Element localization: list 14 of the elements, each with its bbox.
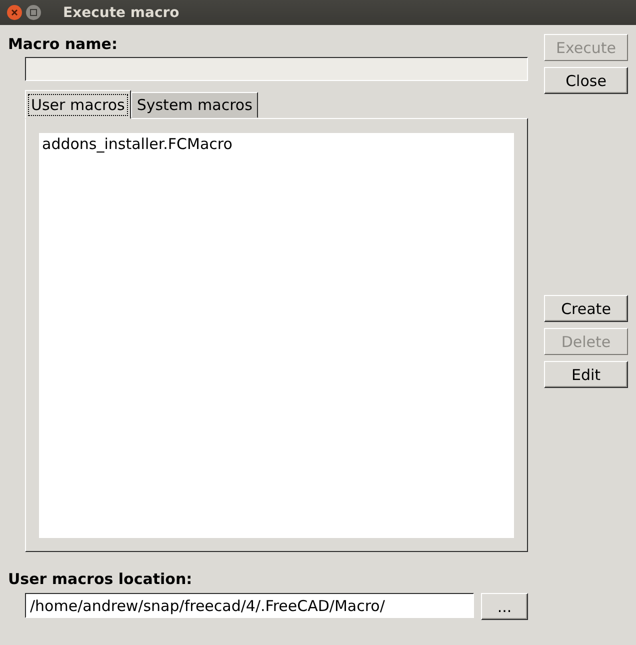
field-label: Macro name:	[8, 35, 118, 55]
browse-button[interactable]: ...	[481, 593, 528, 620]
tab[interactable]: User macros	[25, 90, 131, 119]
macro-name-field[interactable]	[25, 57, 528, 81]
minimize-icon[interactable]	[26, 5, 41, 20]
tab[interactable]: System macros	[130, 92, 258, 118]
button[interactable]: Edit	[544, 361, 628, 388]
button[interactable]: Create	[544, 295, 628, 322]
close-icon[interactable]	[7, 5, 22, 20]
window-title: Execute macro	[63, 4, 180, 20]
field-label: User macros location:	[8, 570, 194, 588]
path-field[interactable]: /home/andrew/snap/freecad/4/.FreeCAD/Macro/	[25, 593, 474, 618]
list-item[interactable]: addons_installer.FCMacro	[42, 135, 511, 153]
button[interactable]: Close	[544, 67, 628, 94]
